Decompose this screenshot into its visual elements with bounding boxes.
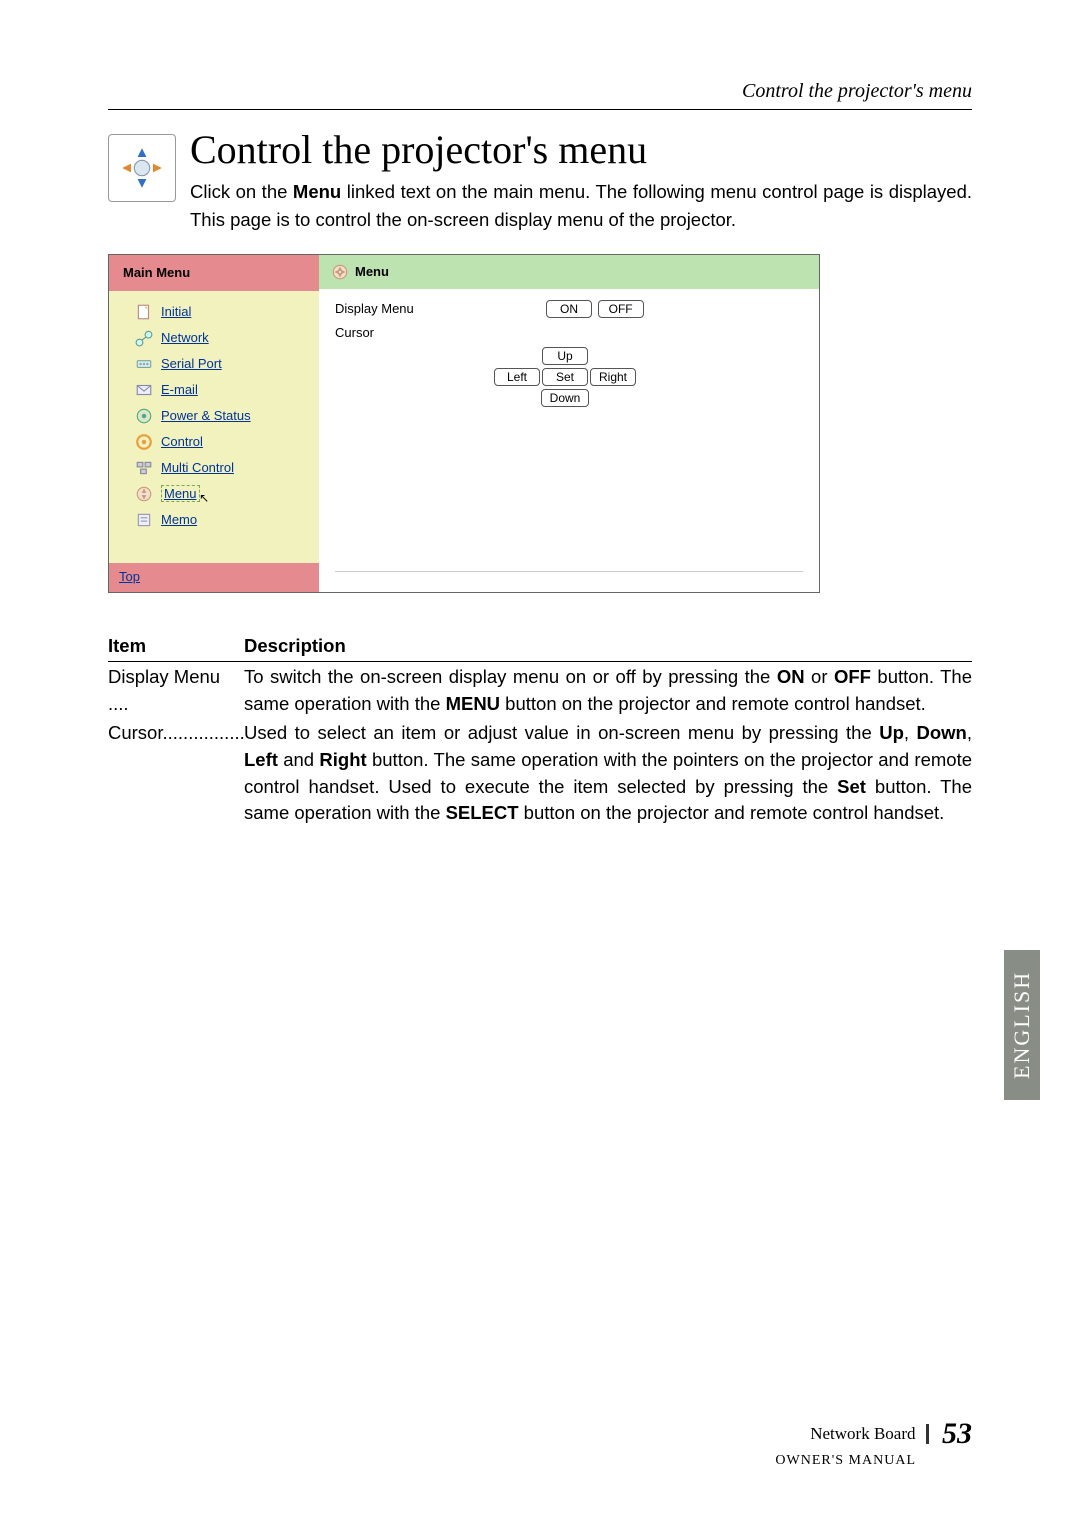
sidebar-link[interactable]: Serial Port xyxy=(161,356,222,371)
doc-icon xyxy=(135,303,153,321)
sidebar-item-email[interactable]: E-mail xyxy=(109,377,319,403)
sidebar-panel: Main Menu Initial Network Serial Port xyxy=(109,255,319,592)
sidebar-link-active[interactable]: Menu xyxy=(161,485,200,502)
t: Used to select an item or adjust value i… xyxy=(244,722,879,743)
left-button[interactable]: Left xyxy=(494,368,540,386)
row-desc: Used to select an item or adjust value i… xyxy=(244,720,972,827)
t: button on the projector and remote contr… xyxy=(519,802,945,823)
multi-control-icon xyxy=(135,459,153,477)
set-button[interactable]: Set xyxy=(542,368,588,386)
sidebar-link[interactable]: Control xyxy=(161,434,203,449)
intro-bold: Menu xyxy=(293,181,341,202)
sidebar-item-serial[interactable]: Serial Port xyxy=(109,351,319,377)
sidebar-link[interactable]: E-mail xyxy=(161,382,198,397)
footer-subtitle: OWNER'S MANUAL xyxy=(775,1453,972,1469)
running-header: Control the projector's menu xyxy=(108,80,972,103)
row-item-label: Cursor xyxy=(108,722,163,743)
t: MENU xyxy=(446,693,500,714)
sidebar-list: Initial Network Serial Port E-mail xyxy=(109,291,319,563)
off-button[interactable]: OFF xyxy=(598,300,644,318)
t: Down xyxy=(917,722,967,743)
page-footer: Network Board 53 OWNER'S MANUAL xyxy=(775,1417,972,1469)
sidebar-item-menu[interactable]: Menu ↖ xyxy=(109,481,319,507)
header-rule xyxy=(108,109,972,110)
t: , xyxy=(967,722,972,743)
sidebar-link[interactable]: Initial xyxy=(161,304,191,319)
row-desc: To switch the on-screen display menu on … xyxy=(244,664,972,718)
intro-paragraph: Click on the Menu linked text on the mai… xyxy=(108,178,972,234)
content-header: Menu xyxy=(319,255,819,289)
serial-port-icon xyxy=(135,355,153,373)
content-header-label: Menu xyxy=(355,264,389,279)
cursor-buttons: Up LeftSetRight Down xyxy=(475,346,655,408)
sidebar-link[interactable]: Power & Status xyxy=(161,408,251,423)
up-button[interactable]: Up xyxy=(542,347,588,365)
t: Set xyxy=(837,776,866,797)
th-item: Item xyxy=(108,633,244,660)
sidebar-link[interactable]: Network xyxy=(161,330,209,345)
on-button[interactable]: ON xyxy=(546,300,592,318)
sidebar-item-control[interactable]: Control xyxy=(109,429,319,455)
email-icon xyxy=(135,381,153,399)
content-body: Display Menu ON OFF Cursor Up LeftSetRig… xyxy=(319,289,819,451)
description-table: Item Description Display Menu .... To sw… xyxy=(108,633,972,828)
language-tab: ENGLISH xyxy=(1004,950,1040,1100)
main-menu-header: Main Menu xyxy=(109,255,319,291)
t: and xyxy=(278,749,319,770)
menu-screenshot: Main Menu Initial Network Serial Port xyxy=(108,254,820,593)
t: SELECT xyxy=(446,802,519,823)
sidebar-item-power[interactable]: Power & Status xyxy=(109,403,319,429)
cursor-pointer-icon: ↖ xyxy=(199,491,209,505)
menu-header-icon xyxy=(331,263,349,281)
memo-icon xyxy=(135,511,153,529)
sidebar-item-initial[interactable]: Initial xyxy=(109,299,319,325)
top-link[interactable]: Top xyxy=(119,569,140,584)
down-button[interactable]: Down xyxy=(541,389,590,407)
row-item-label: Display Menu xyxy=(108,666,220,687)
display-menu-label: Display Menu xyxy=(335,301,495,316)
page-title: Control the projector's menu xyxy=(108,128,972,172)
menu-icon xyxy=(135,485,153,503)
sidebar-item-multi[interactable]: Multi Control xyxy=(109,455,319,481)
top-link-area: Top xyxy=(109,563,319,592)
right-button[interactable]: Right xyxy=(590,368,636,386)
page-number: 53 xyxy=(932,1417,972,1451)
th-desc: Description xyxy=(244,633,346,660)
cursor-label: Cursor xyxy=(335,325,495,340)
t: ON xyxy=(777,666,805,687)
t: Up xyxy=(879,722,904,743)
sidebar-link[interactable]: Multi Control xyxy=(161,460,234,475)
t: , xyxy=(904,722,917,743)
sidebar-item-memo[interactable]: Memo xyxy=(109,507,319,533)
t: OFF xyxy=(834,666,871,687)
row-dots: ................ xyxy=(163,722,245,743)
intro-pre: Click on the xyxy=(190,181,293,202)
t: Right xyxy=(319,749,366,770)
t: Left xyxy=(244,749,278,770)
power-icon xyxy=(135,407,153,425)
t: button on the projector and remote contr… xyxy=(500,693,926,714)
sidebar-link[interactable]: Memo xyxy=(161,512,197,527)
t: or xyxy=(805,666,834,687)
control-icon xyxy=(135,433,153,451)
table-row: Display Menu .... To switch the on-scree… xyxy=(108,664,972,718)
footer-section: Network Board xyxy=(810,1424,928,1444)
network-icon xyxy=(135,329,153,347)
content-separator xyxy=(335,571,803,572)
table-row: Cursor................ Used to select an… xyxy=(108,720,972,827)
section-icon xyxy=(108,134,176,202)
t: To switch the on-screen display menu on … xyxy=(244,666,777,687)
row-dots: .... xyxy=(108,693,129,714)
sidebar-item-network[interactable]: Network xyxy=(109,325,319,351)
